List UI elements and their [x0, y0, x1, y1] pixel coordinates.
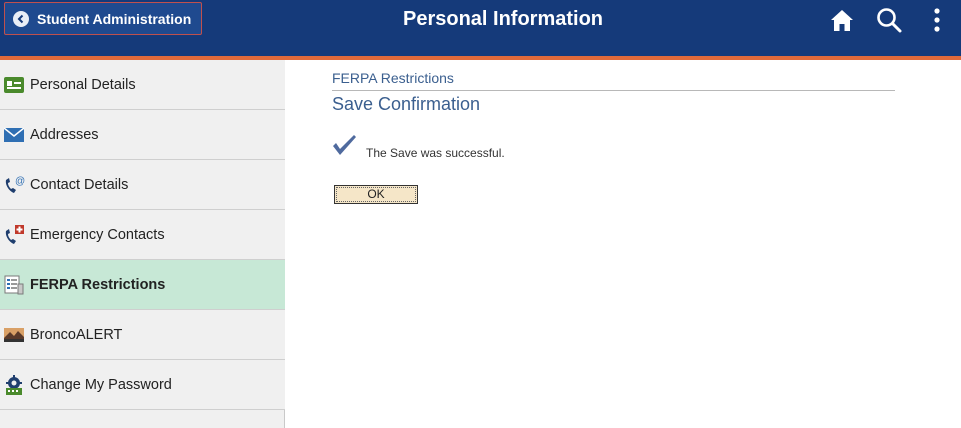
search-icon[interactable]: [875, 6, 903, 34]
sidebar-item-label: Emergency Contacts: [30, 226, 165, 243]
svg-text:@: @: [15, 176, 25, 187]
sidebar-item-contact-details[interactable]: @ Contact Details: [0, 160, 285, 210]
sidebar-item-label: Addresses: [30, 126, 99, 143]
envelope-icon: [3, 124, 25, 146]
section-divider: [332, 90, 895, 91]
sidebar-item-emergency-contacts[interactable]: Emergency Contacts: [0, 210, 285, 260]
sidebar-item-personal-details[interactable]: Personal Details: [0, 60, 285, 110]
sidebar-item-broncoalert[interactable]: BroncoALERT: [0, 310, 285, 360]
sidebar-item-change-my-password[interactable]: Change My Password: [0, 360, 285, 410]
id-card-icon: [3, 74, 25, 96]
sidebar-item-label: Personal Details: [30, 76, 136, 93]
header-bar: Student Administration Personal Informat…: [0, 0, 961, 56]
confirmation-message: The Save was successful.: [366, 146, 505, 160]
page-heading: Save Confirmation: [332, 94, 481, 114]
phone-at-icon: @: [3, 174, 25, 196]
home-icon[interactable]: [828, 6, 856, 34]
sidebar-item-addresses[interactable]: Addresses: [0, 110, 285, 160]
phone-medical-icon: [3, 224, 25, 246]
sidebar-item-label: Change My Password: [30, 376, 172, 393]
more-vertical-icon[interactable]: [923, 6, 951, 34]
checkmark-icon: [333, 135, 356, 155]
document-list-icon: [3, 274, 25, 296]
sidebar-item-ferpa-restrictions[interactable]: FERPA Restrictions: [0, 260, 285, 310]
sidebar-item-label: BroncoALERT: [30, 326, 123, 343]
sidebar-item-label: FERPA Restrictions: [30, 276, 166, 293]
page-title: Personal Information: [402, 7, 604, 30]
alert-landscape-icon: [3, 324, 25, 346]
sidebar-item-label: Contact Details: [30, 176, 129, 193]
ok-button[interactable]: OK: [334, 185, 418, 204]
password-gear-icon: [3, 374, 25, 396]
sidebar: Personal Details Addresses @ Contact Det…: [0, 60, 285, 428]
section-subheading: FERPA Restrictions: [332, 70, 454, 86]
